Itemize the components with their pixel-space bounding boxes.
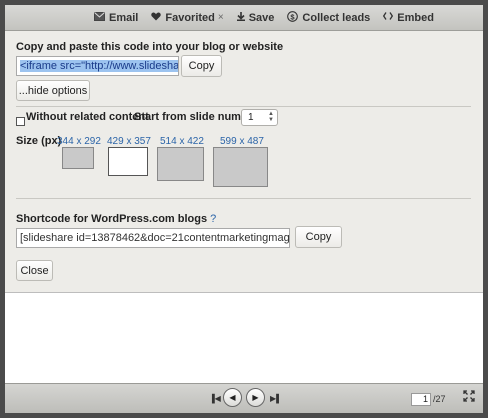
collect-leads-button[interactable]: $ Collect leads bbox=[287, 10, 371, 25]
divider bbox=[16, 106, 471, 107]
collect-leads-label: Collect leads bbox=[302, 11, 371, 24]
size-option-429[interactable]: 429 x 357 bbox=[107, 136, 151, 147]
size-option-344[interactable]: 344 x 292 bbox=[57, 136, 101, 147]
embed-copy-button[interactable]: Copy bbox=[181, 55, 222, 77]
close-button[interactable]: Close bbox=[16, 260, 53, 281]
shortcode-text: [slideshare id=13878462&doc=21contentmar… bbox=[20, 232, 290, 244]
shortcode-heading-text: Shortcode for WordPress.com blogs bbox=[16, 213, 208, 225]
embed-heading: Copy and paste this code into your blog … bbox=[16, 41, 284, 53]
favorited-button[interactable]: Favorited × bbox=[151, 11, 224, 24]
fullscreen-icon[interactable] bbox=[463, 390, 475, 405]
shortcode-copy-button[interactable]: Copy bbox=[295, 226, 342, 248]
embed-code-text: <iframe src="http://www.slideshare bbox=[20, 60, 178, 72]
prev-icon[interactable]: ◀ bbox=[223, 388, 242, 407]
divider bbox=[16, 198, 471, 199]
favorited-label: Favorited bbox=[165, 11, 215, 24]
start-slide-label: Start from slide number bbox=[134, 111, 259, 123]
mail-icon bbox=[94, 11, 105, 24]
stepper-arrows-icon: ▲ ▼ bbox=[268, 111, 274, 123]
size-option-514[interactable]: 514 x 422 bbox=[160, 136, 204, 147]
download-icon bbox=[236, 11, 245, 24]
shortcode-field[interactable]: [slideshare id=13878462&doc=21contentmar… bbox=[16, 228, 290, 248]
heart-icon bbox=[151, 11, 162, 24]
size-preview-429[interactable] bbox=[108, 147, 148, 176]
slideshare-player: Email Favorited × Save $ Collect leads E… bbox=[0, 0, 488, 418]
embed-button[interactable]: Embed bbox=[383, 12, 434, 24]
code-brackets-icon bbox=[383, 12, 394, 23]
size-preview-344[interactable] bbox=[62, 147, 94, 169]
page-number-input[interactable]: 1 bbox=[411, 393, 431, 406]
next-icon[interactable]: ▶ bbox=[246, 388, 265, 407]
email-button[interactable]: Email bbox=[94, 11, 139, 24]
hide-options-button[interactable]: ...hide options bbox=[16, 80, 90, 101]
embed-panel: Copy and paste this code into your blog … bbox=[5, 31, 483, 292]
start-slide-select[interactable]: 1 ▲ ▼ bbox=[241, 109, 278, 126]
help-link[interactable]: ? bbox=[210, 213, 216, 225]
page-total: /27 bbox=[433, 394, 446, 404]
unfavorite-icon[interactable]: × bbox=[218, 12, 224, 23]
shortcode-heading: Shortcode for WordPress.com blogs? bbox=[16, 213, 216, 225]
embed-code-field[interactable]: <iframe src="http://www.slideshare bbox=[16, 56, 179, 76]
size-option-599[interactable]: 599 x 487 bbox=[220, 136, 264, 147]
skip-last-icon[interactable]: ▶▌ bbox=[270, 394, 282, 403]
size-preview-599[interactable] bbox=[213, 147, 268, 187]
without-related-label: Without related content bbox=[26, 111, 149, 123]
embed-label: Embed bbox=[397, 11, 434, 24]
without-related-checkbox[interactable] bbox=[16, 117, 25, 126]
size-label: Size (px) bbox=[16, 135, 62, 147]
dollar-circle-icon: $ bbox=[287, 10, 299, 25]
skip-first-icon[interactable]: ▐◀ bbox=[209, 394, 221, 403]
start-slide-value: 1 bbox=[248, 112, 254, 123]
slide-preview-area bbox=[5, 292, 483, 383]
slide-navigation-bar: ▐◀ ◀ ▶ ▶▌ 1 /27 bbox=[5, 383, 483, 413]
email-label: Email bbox=[109, 11, 139, 24]
svg-text:$: $ bbox=[291, 12, 296, 21]
save-button[interactable]: Save bbox=[236, 11, 275, 24]
size-preview-514[interactable] bbox=[157, 147, 204, 181]
save-label: Save bbox=[248, 11, 275, 24]
player-toolbar: Email Favorited × Save $ Collect leads E… bbox=[5, 5, 483, 31]
